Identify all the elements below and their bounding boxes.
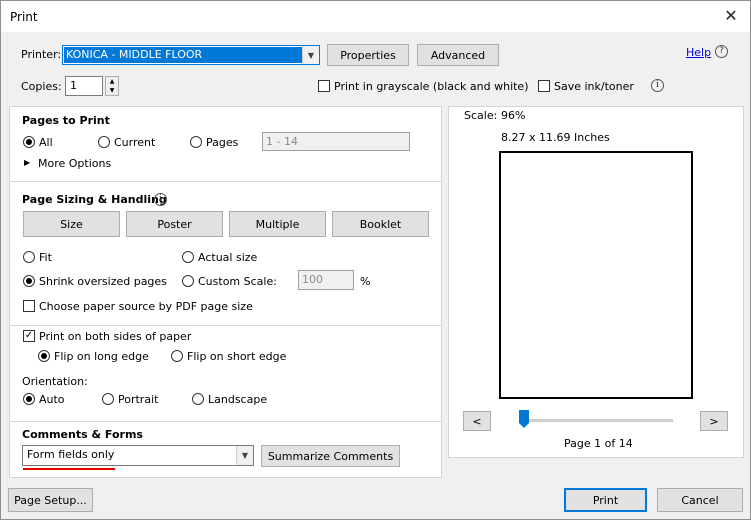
pages-current-label: Current [114,136,156,149]
page-preview [499,151,693,399]
chevron-down-icon: ▼ [302,46,319,64]
long-edge-radio[interactable] [38,350,50,362]
copies-label: Copies: [21,80,62,93]
orientation-label: Orientation: [22,375,88,388]
copies-value: 1 [70,79,77,92]
divider [10,421,441,422]
info-icon[interactable]: i [154,193,167,206]
pages-range-radio[interactable] [190,136,202,148]
short-edge-radio[interactable] [171,350,183,362]
red-underline-annotation [23,468,115,470]
properties-button[interactable]: Properties [327,44,409,66]
page-size-label: 8.27 x 11.69 Inches [501,131,610,144]
cancel-button[interactable]: Cancel [657,488,743,512]
orientation-portrait-label: Portrait [118,393,159,406]
custom-scale-label: Custom Scale: [198,275,277,288]
poster-button[interactable]: Poster [126,211,223,237]
page-sizing-heading: Page Sizing & Handling [22,193,167,206]
shrink-label: Shrink oversized pages [39,275,167,288]
grayscale-checkbox[interactable] [318,80,330,92]
paper-source-checkbox[interactable] [23,300,35,312]
booklet-button[interactable]: Booklet [332,211,429,237]
help-question-icon[interactable]: ? [715,45,728,58]
copies-stepper[interactable]: ▲ ▼ [105,76,119,96]
previous-page-button[interactable]: < [463,411,491,431]
orientation-auto-radio[interactable] [23,393,35,405]
custom-scale-radio[interactable] [182,275,194,287]
page-slider-track[interactable] [519,419,673,422]
next-page-button[interactable]: > [700,411,728,431]
divider [10,325,441,326]
orientation-landscape-radio[interactable] [192,393,204,405]
short-edge-label: Flip on short edge [187,350,287,363]
comments-forms-heading: Comments & Forms [22,428,143,441]
print-button[interactable]: Print [564,488,647,512]
save-ink-label: Save ink/toner [554,80,634,93]
pages-all-radio[interactable] [23,136,35,148]
title-bar: Print ✕ [1,1,750,32]
pages-range-input[interactable]: 1 - 14 [262,132,410,151]
pages-current-radio[interactable] [98,136,110,148]
page-slider-thumb[interactable] [519,410,529,428]
stepper-down-icon[interactable]: ▼ [106,86,118,95]
help-link[interactable]: Help [686,46,711,59]
copies-input[interactable]: 1 [65,76,103,96]
advanced-button[interactable]: Advanced [417,44,499,66]
fit-radio[interactable] [23,251,35,263]
page-setup-button[interactable]: Page Setup... [8,488,93,512]
print-dialog: Print ✕ Printer: KONICA - MIDDLE FLOOR ▼… [0,0,751,520]
grayscale-label: Print in grayscale (black and white) [334,80,529,93]
comments-forms-value: Form fields only [27,448,115,461]
divider [10,181,441,182]
pages-all-label: All [39,136,53,149]
both-sides-checkbox[interactable]: ✓ [23,330,35,342]
actual-size-radio[interactable] [182,251,194,263]
long-edge-label: Flip on long edge [54,350,149,363]
stepper-up-icon[interactable]: ▲ [106,77,118,86]
size-button[interactable]: Size [23,211,120,237]
close-icon[interactable]: ✕ [720,5,742,27]
page-indicator: Page 1 of 14 [564,437,633,450]
printer-select[interactable]: KONICA - MIDDLE FLOOR ▼ [62,45,320,65]
pages-range-label: Pages [206,136,239,149]
actual-size-label: Actual size [198,251,258,264]
more-options-toggle[interactable]: More Options [38,157,111,170]
summarize-comments-button[interactable]: Summarize Comments [261,445,400,467]
custom-scale-input[interactable]: 100 [298,270,354,290]
info-icon[interactable]: i [651,79,664,92]
dialog-title: Print [10,10,38,24]
shrink-radio[interactable] [23,275,35,287]
scale-value: 96% [501,109,526,122]
percent-label: % [360,275,371,288]
chevron-down-icon: ▼ [236,446,253,465]
paper-source-label: Choose paper source by PDF page size [39,300,253,313]
expand-triangle-icon[interactable]: ▶ [24,158,30,167]
orientation-portrait-radio[interactable] [102,393,114,405]
comments-forms-select[interactable]: Form fields only ▼ [22,445,254,466]
options-panel: Pages to Print All Current Pages 1 - 14 … [9,106,442,478]
both-sides-label: Print on both sides of paper [39,330,192,343]
multiple-button[interactable]: Multiple [229,211,326,237]
fit-label: Fit [39,251,52,264]
orientation-landscape-label: Landscape [208,393,268,406]
printer-label: Printer: [21,48,62,61]
printer-select-value: KONICA - MIDDLE FLOOR [64,47,302,63]
scale-label: Scale: [464,109,498,122]
orientation-auto-label: Auto [39,393,65,406]
pages-to-print-heading: Pages to Print [22,114,110,127]
save-ink-checkbox[interactable] [538,80,550,92]
